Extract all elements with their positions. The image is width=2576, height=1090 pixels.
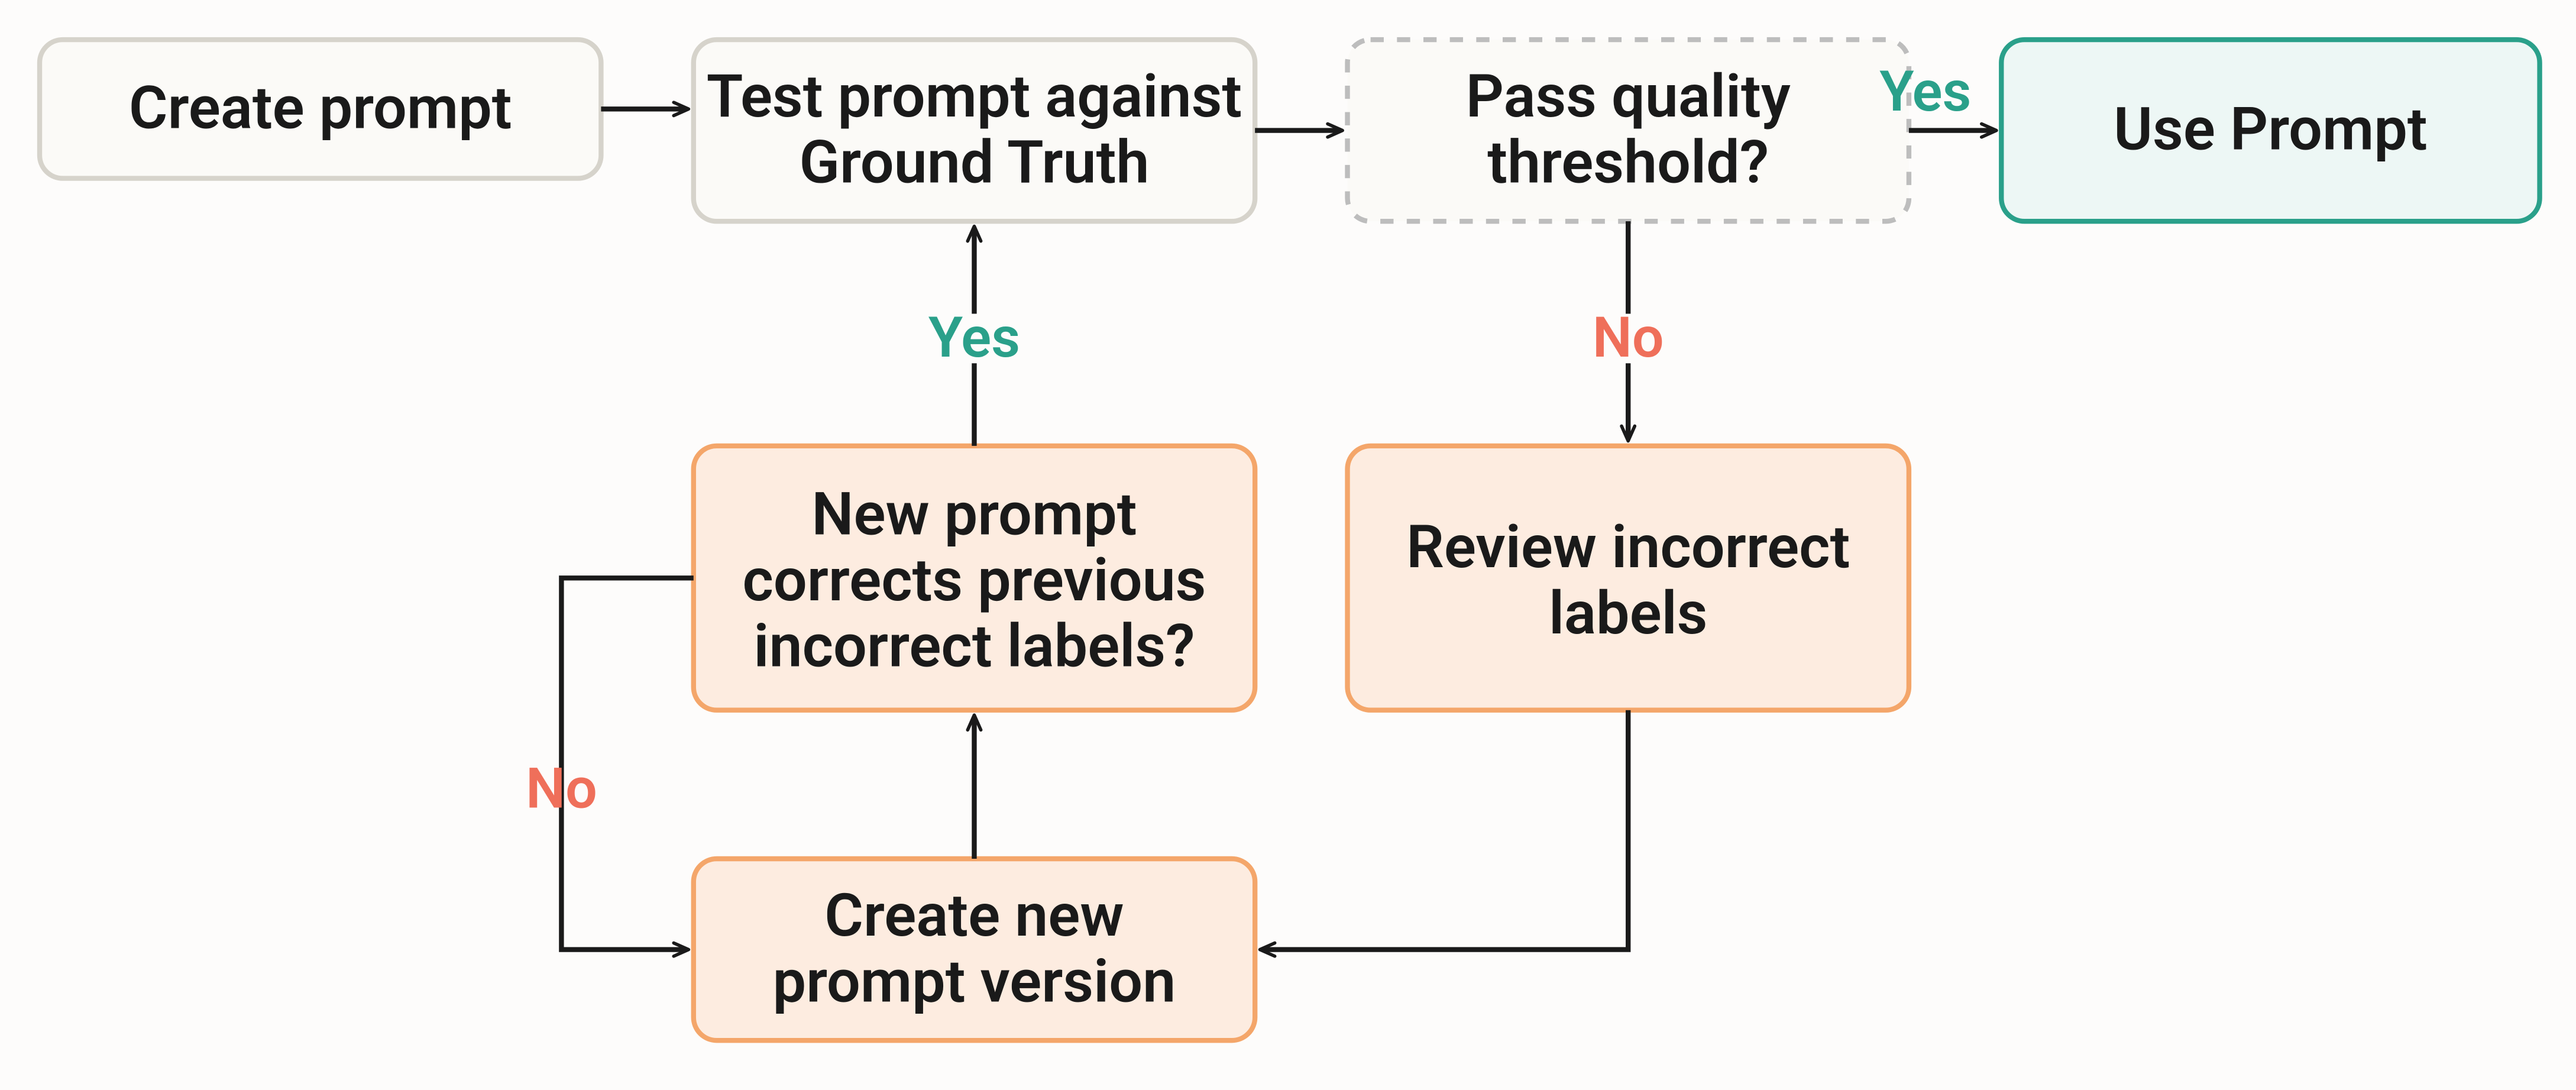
node-new-prompt-corrects: New prompt corrects previous incorrect l… [694, 446, 1255, 710]
node-use-prompt: Use Prompt [2001, 40, 2539, 221]
edge-corrects-to-createnew-label: No [526, 756, 597, 821]
node-review-label-2: labels [1549, 578, 1708, 648]
node-create-prompt: Create prompt [40, 40, 601, 179]
flowchart-canvas: Create prompt Test prompt against Ground… [0, 0, 2576, 1090]
node-pass-quality-label-2: threshold? [1487, 128, 1769, 198]
node-pass-quality-label-1: Pass quality [1466, 62, 1791, 131]
node-new-prompt-corrects-label-2: corrects previous [742, 545, 1206, 615]
edge-pass-to-use-label: Yes [1879, 59, 1971, 125]
node-new-prompt-corrects-label-3: incorrect labels? [753, 612, 1195, 681]
node-review-incorrect-labels: Review incorrect labels [1348, 446, 1909, 710]
edge-pass-to-review-label: No [1593, 305, 1664, 371]
node-create-prompt-label: Create prompt [129, 73, 512, 143]
node-use-prompt-label: Use Prompt [2114, 95, 2428, 164]
edge-review-to-createnew [1261, 710, 1628, 950]
node-create-new-prompt-version: Create new prompt version [694, 859, 1255, 1040]
node-create-new-label-1: Create new [824, 881, 1124, 950]
node-test-prompt: Test prompt against Ground Truth [694, 40, 1255, 221]
node-review-label-1: Review incorrect [1406, 512, 1850, 582]
node-new-prompt-corrects-label-1: New prompt [811, 479, 1137, 549]
node-test-prompt-label-1: Test prompt against [707, 62, 1242, 131]
node-test-prompt-label-2: Ground Truth [799, 128, 1149, 198]
node-create-new-label-2: prompt version [773, 947, 1176, 1017]
edge-corrects-to-test-label: Yes [928, 305, 1020, 371]
node-pass-quality-threshold: Pass quality threshold? [1348, 40, 1909, 221]
